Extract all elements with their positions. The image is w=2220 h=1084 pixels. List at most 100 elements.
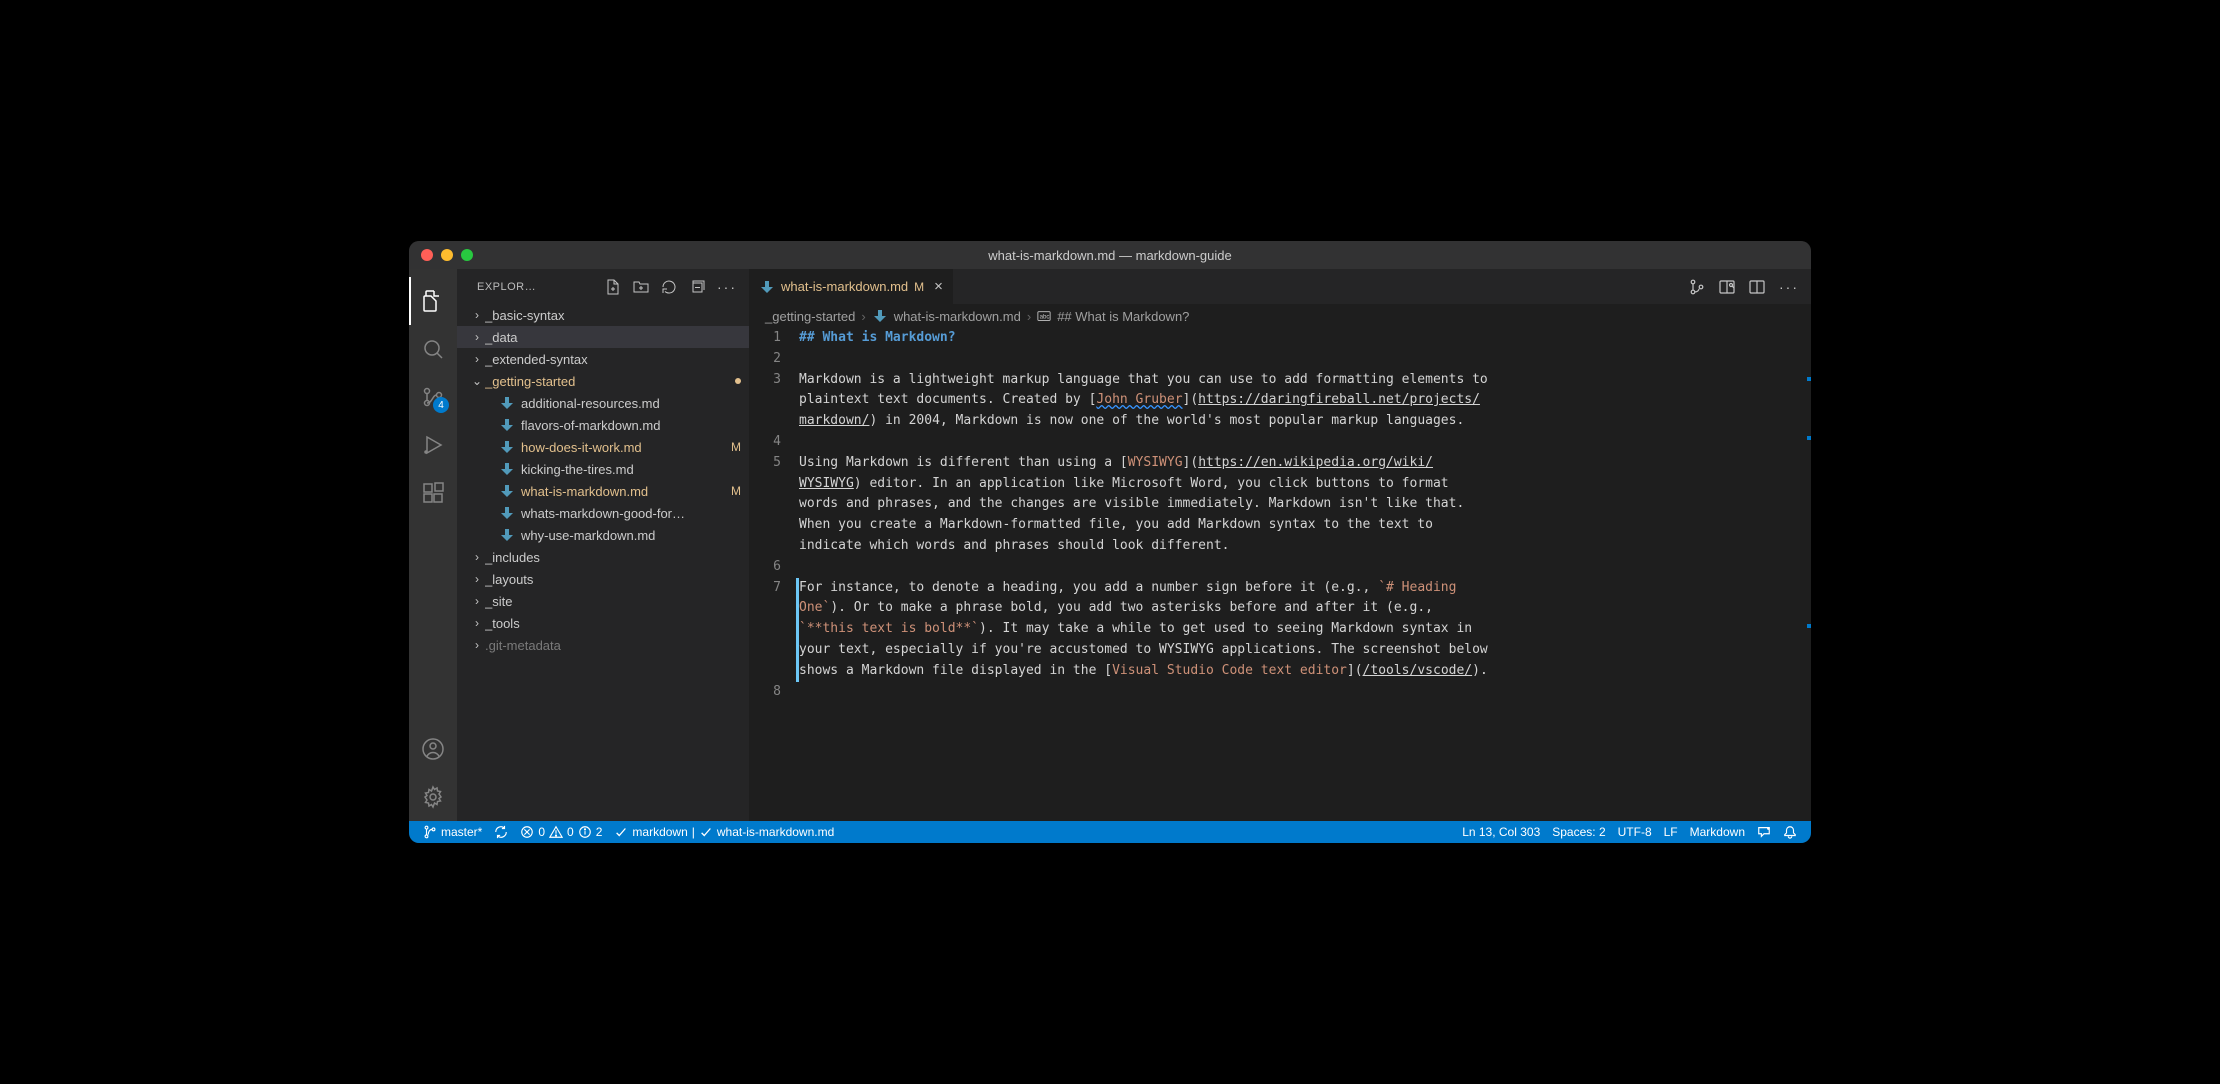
tree-label: _site (485, 594, 741, 609)
source-control-icon[interactable]: 4 (409, 373, 457, 421)
tree-folder[interactable]: ›_data (457, 326, 749, 348)
code-content[interactable]: ## What is Markdown? Markdown is a light… (799, 328, 1811, 821)
indentation[interactable]: Spaces: 2 (1546, 821, 1611, 843)
chevron-icon: › (469, 330, 485, 344)
tree-folder[interactable]: ›_basic-syntax (457, 304, 749, 326)
chevron-icon: › (469, 594, 485, 608)
scm-badge: 4 (433, 397, 449, 413)
tree-label: flavors-of-markdown.md (521, 418, 741, 433)
tree-folder[interactable]: ⌄_getting-started (457, 370, 749, 392)
editor[interactable]: 1 2 3 . . 4 5 . . . . 6 7 . . . . (749, 328, 1811, 821)
split-editor-icon[interactable] (1749, 279, 1765, 295)
symbol-string-icon: abc (1037, 309, 1051, 323)
breadcrumbs[interactable]: _getting-started › what-is-markdown.md ›… (749, 304, 1811, 328)
tabs: what-is-markdown.md M × ··· (749, 269, 1811, 304)
tree-file[interactable]: additional-resources.md (457, 392, 749, 414)
chevron-right-icon: › (1027, 309, 1031, 324)
modified-dot (735, 378, 741, 384)
close-window[interactable] (421, 249, 433, 261)
minimize-window[interactable] (441, 249, 453, 261)
language-mode[interactable]: Markdown (1684, 821, 1751, 843)
tree-file[interactable]: kicking-the-tires.md (457, 458, 749, 480)
tree-label: _layouts (485, 572, 741, 587)
tree-file[interactable]: how-does-it-work.md M (457, 436, 749, 458)
overview-ruler[interactable] (1807, 328, 1811, 821)
sidebar-header: EXPLOR… ··· (457, 269, 749, 304)
file-tree: ›_basic-syntax›_data›_extended-syntax⌄_g… (457, 304, 749, 821)
tree-folder[interactable]: ›.git-metadata (457, 634, 749, 656)
markdown-file-icon (499, 395, 515, 411)
more-icon[interactable]: ··· (717, 279, 737, 295)
collapse-all-icon[interactable] (689, 279, 705, 295)
tree-label: .git-metadata (485, 638, 741, 653)
tree-label: _getting-started (485, 374, 731, 389)
tree-folder[interactable]: ›_site (457, 590, 749, 612)
tree-label: _data (485, 330, 741, 345)
breadcrumb-symbol[interactable]: ## What is Markdown? (1057, 309, 1189, 324)
activity-bar: 4 (409, 269, 457, 821)
search-icon[interactable] (409, 325, 457, 373)
tree-folder[interactable]: ›_tools (457, 612, 749, 634)
feedback-icon[interactable] (1751, 821, 1777, 843)
chevron-icon: › (469, 550, 485, 564)
markdown-file-icon (499, 527, 515, 543)
tree-folder[interactable]: ›_extended-syntax (457, 348, 749, 370)
markdown-file-icon (499, 505, 515, 521)
modified-indicator: M (731, 484, 741, 498)
chevron-icon: › (469, 352, 485, 366)
sidebar-title: EXPLOR… (477, 281, 597, 293)
tree-label: _basic-syntax (485, 308, 741, 323)
tree-label: _extended-syntax (485, 352, 741, 367)
statusbar: master* 0 0 2 markdown | what-is-markdow… (409, 821, 1811, 843)
git-branch[interactable]: master* (417, 821, 488, 843)
tree-folder[interactable]: ›_layouts (457, 568, 749, 590)
run-debug-icon[interactable] (409, 421, 457, 469)
refresh-icon[interactable] (661, 279, 677, 295)
tree-label: why-use-markdown.md (521, 528, 741, 543)
tree-label: whats-markdown-good-for… (521, 506, 741, 521)
tree-file[interactable]: flavors-of-markdown.md (457, 414, 749, 436)
more-actions-icon[interactable]: ··· (1779, 279, 1799, 295)
new-file-icon[interactable] (605, 279, 621, 295)
maximize-window[interactable] (461, 249, 473, 261)
settings-gear-icon[interactable] (409, 773, 457, 821)
tree-label: additional-resources.md (521, 396, 741, 411)
accounts-icon[interactable] (409, 725, 457, 773)
chevron-icon: ⌄ (469, 374, 485, 388)
spellcheck-dict[interactable]: markdown | what-is-markdown.md (608, 821, 840, 843)
tab-status: M (914, 280, 924, 294)
tree-label: _tools (485, 616, 741, 631)
tree-label: what-is-markdown.md (521, 484, 727, 499)
tree-folder[interactable]: ›_includes (457, 546, 749, 568)
cursor-position[interactable]: Ln 13, Col 303 (1456, 821, 1546, 843)
sync-icon[interactable] (488, 821, 514, 843)
markdown-file-icon (759, 279, 775, 295)
extensions-icon[interactable] (409, 469, 457, 517)
eol[interactable]: LF (1658, 821, 1684, 843)
modified-indicator: M (731, 440, 741, 454)
tree-label: kicking-the-tires.md (521, 462, 741, 477)
markdown-file-icon (499, 439, 515, 455)
open-preview-icon[interactable] (1719, 279, 1735, 295)
new-folder-icon[interactable] (633, 279, 649, 295)
chevron-icon: › (469, 308, 485, 322)
tab-what-is-markdown[interactable]: what-is-markdown.md M × (749, 269, 954, 304)
tree-label: how-does-it-work.md (521, 440, 727, 455)
encoding[interactable]: UTF-8 (1612, 821, 1658, 843)
tree-file[interactable]: whats-markdown-good-for… (457, 502, 749, 524)
tree-file[interactable]: what-is-markdown.md M (457, 480, 749, 502)
close-tab-icon[interactable]: × (934, 278, 943, 295)
problems[interactable]: 0 0 2 (514, 821, 608, 843)
window-title: what-is-markdown.md — markdown-guide (988, 248, 1231, 263)
compare-changes-icon[interactable] (1689, 279, 1705, 295)
titlebar[interactable]: what-is-markdown.md — markdown-guide (409, 241, 1811, 269)
explorer-icon[interactable] (409, 277, 457, 325)
vscode-window: what-is-markdown.md — markdown-guide 4 (409, 241, 1811, 843)
chevron-icon: › (469, 616, 485, 630)
breadcrumb-file[interactable]: what-is-markdown.md (894, 309, 1021, 324)
notifications-icon[interactable] (1777, 821, 1803, 843)
tree-label: _includes (485, 550, 741, 565)
tree-file[interactable]: why-use-markdown.md (457, 524, 749, 546)
chevron-icon: › (469, 638, 485, 652)
breadcrumb-folder[interactable]: _getting-started (765, 309, 855, 324)
